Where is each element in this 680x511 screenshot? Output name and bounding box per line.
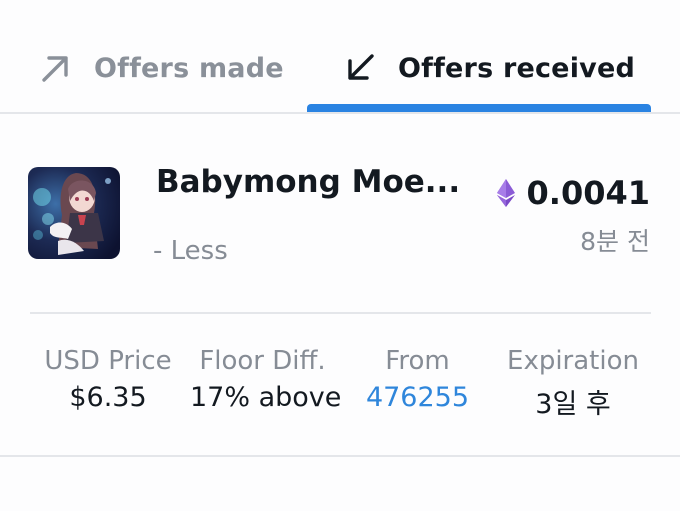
- nft-thumbnail[interactable]: [28, 167, 120, 259]
- list-divider: [0, 455, 680, 457]
- expiration-label: Expiration: [507, 346, 639, 376]
- offer-price: 0.0041: [496, 174, 650, 212]
- offer-timestamp: 8분 전: [580, 227, 650, 256]
- show-less-toggle[interactable]: - Less: [153, 236, 228, 266]
- floor-diff-value: 17% above: [190, 382, 342, 413]
- nft-title[interactable]: Babymong Moe...: [156, 164, 460, 200]
- active-tab-indicator: [307, 104, 651, 112]
- from-stat: From 476255: [360, 346, 475, 413]
- offers-tab-bar: Offers made Offers received: [0, 0, 680, 114]
- tab-offers-made[interactable]: Offers made: [36, 44, 284, 92]
- tab-offers-made-label: Offers made: [94, 52, 284, 84]
- expiration-value: 3일 후: [535, 389, 611, 420]
- arrow-down-left-icon: [348, 54, 374, 80]
- ethereum-icon: [496, 179, 515, 207]
- floor-diff-label: Floor Diff.: [199, 346, 326, 376]
- offers-screen: Offers made Offers received Babymong Moe…: [0, 0, 680, 511]
- tab-offers-received-label: Offers received: [398, 52, 635, 84]
- expiration-stat: Expiration 3일 후: [498, 346, 648, 421]
- from-user-link[interactable]: 476255: [360, 382, 475, 413]
- nft-image: [28, 167, 120, 259]
- tab-offers-received[interactable]: Offers received: [340, 44, 635, 92]
- section-divider: [30, 312, 651, 314]
- usd-price-value: $6.35: [69, 382, 147, 413]
- usd-price-label: USD Price: [44, 346, 172, 376]
- floor-diff-stat: Floor Diff. 17% above: [190, 346, 342, 413]
- price-value: 0.0041: [526, 174, 650, 212]
- arrow-up-right-icon: [42, 56, 68, 82]
- usd-price-stat: USD Price $6.35: [38, 346, 178, 413]
- from-label: From: [385, 346, 450, 376]
